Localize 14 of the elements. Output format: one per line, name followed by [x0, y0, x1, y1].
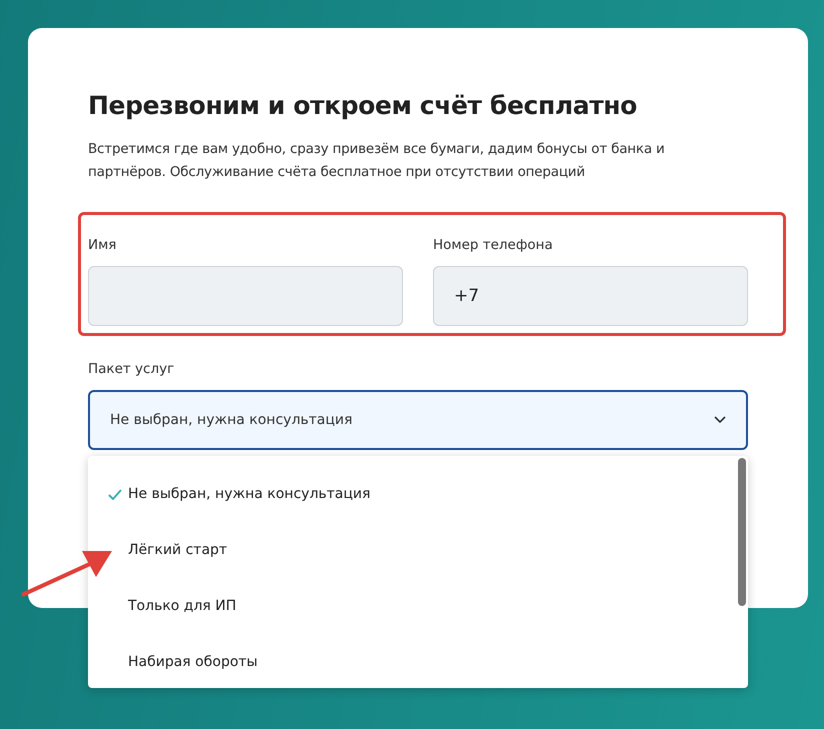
menu-option[interactable]: Не выбран, нужна консультация	[88, 466, 748, 522]
field-label: Номер телефона	[433, 236, 554, 254]
menu-option[interactable]: Набирая обороты	[88, 634, 748, 688]
package-select[interactable]: Не выбран, нужна консультация	[88, 390, 748, 450]
menu-option[interactable]: Только для ИП	[88, 578, 748, 634]
field-label: Имя	[88, 236, 118, 254]
form-title: Перезвоним и откроем счёт бесплатно	[88, 90, 638, 122]
name-field[interactable]	[88, 266, 403, 326]
scrollbar[interactable]	[738, 458, 746, 606]
menu-option[interactable]: Лёгкий старт	[88, 522, 748, 578]
chevron-icon	[714, 416, 726, 424]
form-description: Встретимся где вам удобно, сразу привезём все бумаги, дадим бонусы от банка и партнёров. Обслуживание счёта бесплатное при отсутствии операций	[88, 140, 666, 182]
field-label: Пакет услуг	[88, 360, 176, 378]
phone-field[interactable]: +7	[433, 266, 748, 326]
